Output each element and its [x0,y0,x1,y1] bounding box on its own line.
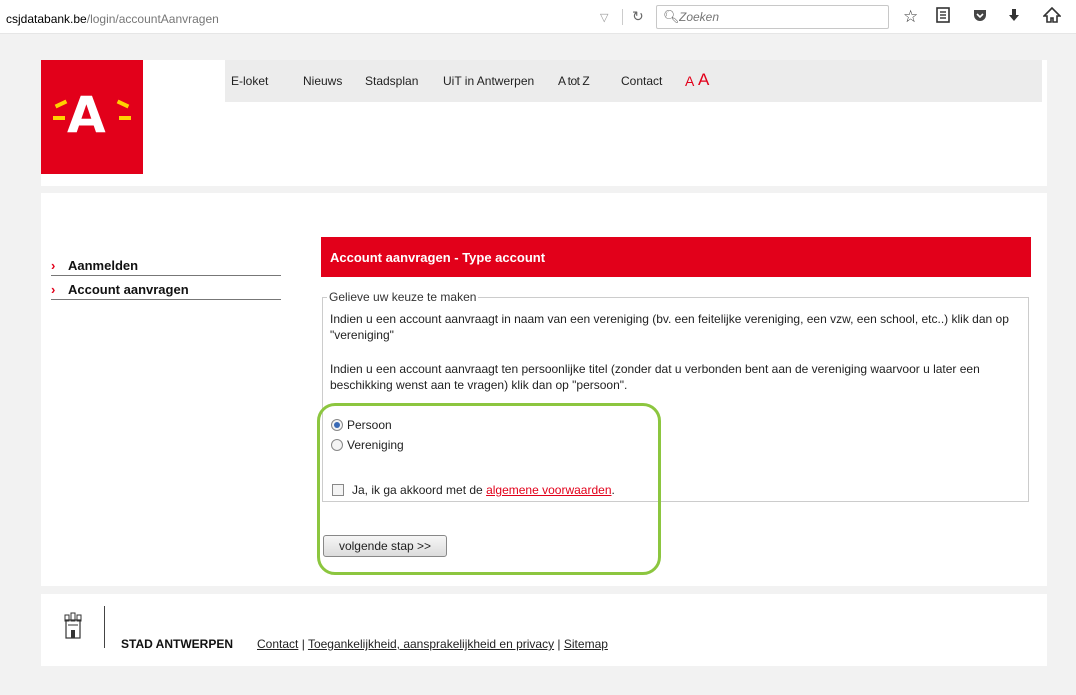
agree-terms-checkbox[interactable] [332,484,344,496]
nav-stadsplan[interactable]: Stadsplan [365,74,418,88]
city-crest-icon [64,612,82,639]
vereniging-explanation: Indien u een account aanvraagt in naam v… [330,312,1009,342]
reading-list-icon[interactable] [935,7,951,28]
footer-link-separator: | [298,637,308,651]
nav-a-tot-z[interactable]: A tot Z [558,74,590,88]
download-icon[interactable] [1006,7,1022,28]
history-dropdown-icon[interactable]: ▽ [600,11,608,24]
footer-link-sitemap[interactable]: Sitemap [564,637,608,651]
footer-link-contact[interactable]: Contact [257,637,298,651]
radio-label: Persoon [347,418,392,432]
footer-link-accessibility[interactable]: Toegankelijkheid, aansprakelijkheid en p… [308,637,554,651]
agree-prefix: Ja, ik ga akkoord met de [352,483,487,497]
nav-contact[interactable]: Contact [621,74,662,88]
nav-e-loket[interactable]: E-loket [231,74,268,88]
search-icon: 🔍︎ [663,9,680,24]
antwerpen-logo[interactable]: A [41,60,143,174]
url-path: /login/accountAanvragen [86,12,219,26]
browser-search-box[interactable]: 🔍︎ [656,5,889,29]
agree-terms-label: Ja, ik ga akkoord met de algemene voorwa… [352,483,615,497]
terms-link[interactable]: algemene voorwaarden [486,483,611,497]
search-input[interactable] [679,9,879,25]
radio-button[interactable] [331,439,343,451]
footer-links: Contact | Toegankelijkheid, aansprakelij… [257,637,608,651]
footer-separator [104,606,105,648]
site-header: A E-loket Nieuws Stadsplan UiT in Antwer… [41,60,1047,186]
home-icon[interactable] [1042,6,1062,28]
sidebar-item-account-aanvragen[interactable]: › Account aanvragen [51,280,281,300]
logo-ray [119,116,131,120]
logo-letter: A [67,86,106,144]
browser-toolbar: csjdatabank.be/login/accountAanvragen ▽ … [0,0,1076,34]
main-content: › Aanmelden › Account aanvragen Account … [41,193,1047,586]
footer-brand: STAD ANTWERPEN [121,637,233,651]
url-separator [622,9,623,25]
agree-suffix: . [611,483,615,497]
panel-title: Account aanvragen - Type account [330,250,546,265]
next-step-button[interactable]: volgende stap >> [323,535,447,557]
nav-nieuws[interactable]: Nieuws [303,74,342,88]
footer-link-separator: | [554,637,564,651]
fieldset-legend: Gelieve uw keuze te maken [327,290,479,304]
panel-title-bar: Account aanvragen - Type account [321,237,1031,277]
radio-button-selected[interactable] [331,419,343,431]
persoon-explanation: Indien u een account aanvraagt ten perso… [330,362,980,392]
account-type-fieldset: Gelieve uw keuze te maken Indien u een a… [322,290,1029,502]
radio-label: Vereniging [347,438,404,452]
url-host: csjdatabank.be [6,12,87,26]
chevron-right-icon: › [51,258,56,273]
chevron-right-icon: › [51,282,56,297]
logo-ray [54,99,68,109]
nav-uit-in-antwerpen[interactable]: UiT in Antwerpen [443,74,534,88]
pocket-icon[interactable] [972,7,988,28]
font-size-large-button[interactable]: A [698,70,709,90]
sidebar-item-label: Account aanvragen [68,282,189,297]
logo-ray [53,116,65,120]
bookmark-star-icon[interactable]: ☆ [903,7,918,27]
site-footer: STAD ANTWERPEN Contact | Toegankelijkhei… [41,594,1047,666]
top-navigation: E-loket Nieuws Stadsplan UiT in Antwerpe… [225,60,1042,102]
sidebar-item-label: Aanmelden [68,258,139,273]
logo-ray [116,99,130,109]
font-size-small-button[interactable]: A [685,73,694,89]
reload-icon[interactable]: ↻ [632,8,644,25]
url-bar[interactable]: csjdatabank.be/login/accountAanvragen [6,12,219,26]
sidebar-item-aanmelden[interactable]: › Aanmelden [51,256,281,276]
